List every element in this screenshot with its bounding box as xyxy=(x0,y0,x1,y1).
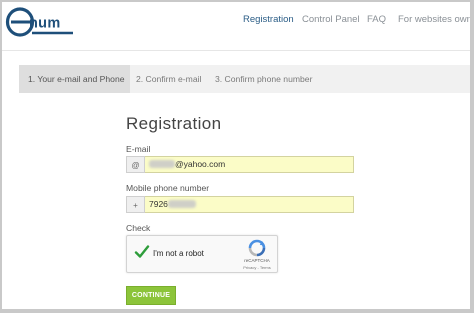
phone-addon: + xyxy=(126,196,145,213)
email-label: E-mail xyxy=(126,144,151,154)
recaptcha-label: I'm not a robot xyxy=(153,249,204,258)
recaptcha-logo-icon xyxy=(248,239,266,257)
header-divider xyxy=(2,50,470,51)
email-field: @ @yahoo.com xyxy=(126,156,354,173)
check-label: Check xyxy=(126,223,151,233)
redacted-text xyxy=(149,160,175,168)
step-confirm-phone[interactable]: 3. Confirm phone number xyxy=(215,65,312,93)
email-value: @yahoo.com xyxy=(175,159,226,169)
recaptcha-links[interactable]: Privacy - Terms xyxy=(237,265,277,270)
recaptcha-widget: I'm not a robot reCAPTCHA Privacy - Term… xyxy=(126,235,278,273)
continue-button[interactable]: CONTINUE xyxy=(126,286,176,305)
page-title: Registration xyxy=(126,114,222,133)
checkmark-icon[interactable] xyxy=(134,244,150,260)
registration-page: num Registration Control Panel FAQ For w… xyxy=(2,2,470,309)
email-addon: @ xyxy=(126,156,145,173)
email-input[interactable]: @yahoo.com xyxy=(145,156,354,173)
nav-registration[interactable]: Registration xyxy=(243,14,294,25)
phone-value: 7926 xyxy=(149,199,168,209)
nav-faq[interactable]: FAQ xyxy=(367,14,386,25)
phone-field: + 7926 xyxy=(126,196,354,213)
svg-text:num: num xyxy=(29,16,61,32)
step-confirm-email[interactable]: 2. Confirm e-mail xyxy=(136,65,201,93)
enum-logo[interactable]: num xyxy=(5,6,77,40)
phone-input[interactable]: 7926 xyxy=(145,196,354,213)
step-email-phone[interactable]: 1. Your e-mail and Phone xyxy=(19,65,130,93)
registration-steps: 1. Your e-mail and Phone 2. Confirm e-ma… xyxy=(19,65,470,93)
phone-label: Mobile phone number xyxy=(126,183,210,193)
nav-control-panel[interactable]: Control Panel xyxy=(302,14,360,25)
redacted-text xyxy=(167,200,196,208)
nav-websites-owners[interactable]: For websites owners xyxy=(398,14,470,25)
recaptcha-brand: reCAPTCHA xyxy=(244,258,270,263)
site-header: num Registration Control Panel FAQ For w… xyxy=(2,2,470,52)
